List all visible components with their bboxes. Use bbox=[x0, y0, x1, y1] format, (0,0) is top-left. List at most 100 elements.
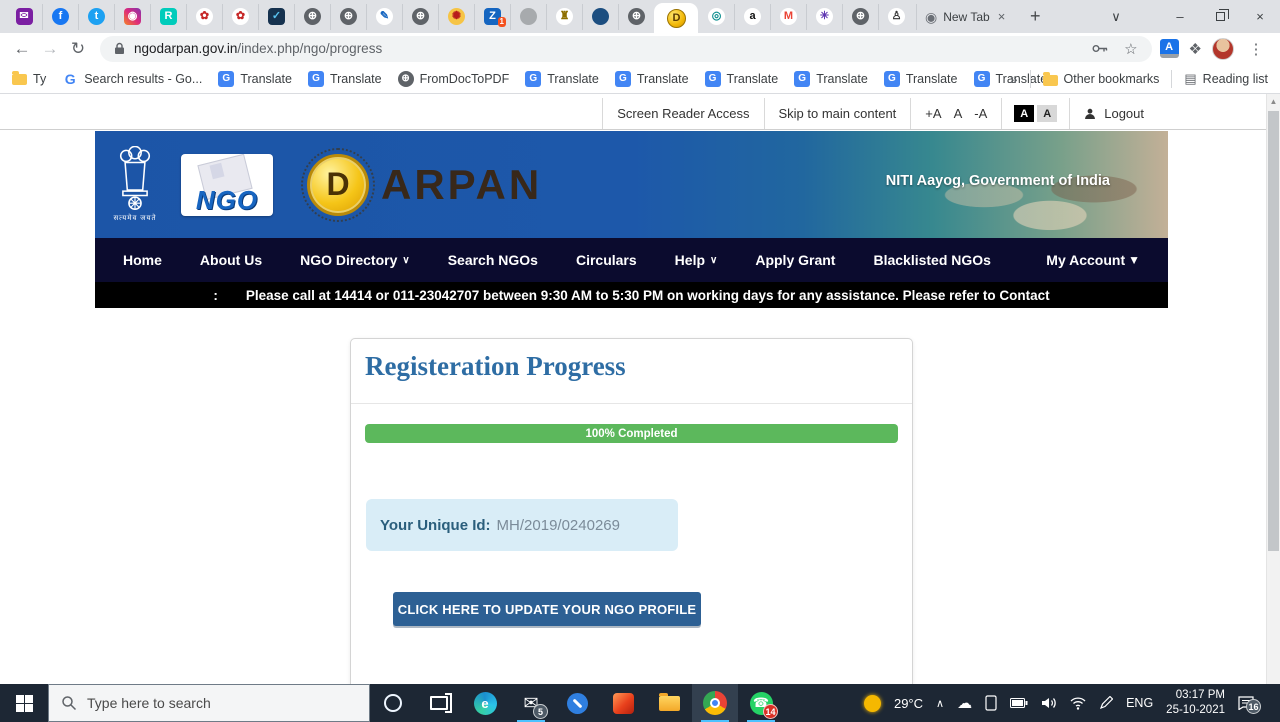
font-decrease-button[interactable]: -A bbox=[974, 106, 987, 121]
tab-new-tab[interactable]: ◉ New Tab × bbox=[916, 4, 1013, 30]
bookmark-translate[interactable]: G Translate bbox=[884, 71, 958, 87]
tab-gmail[interactable]: M bbox=[770, 4, 806, 30]
bookmark-search-results[interactable]: G Search results - Go... bbox=[62, 71, 202, 87]
tab-check-logo[interactable]: ✓ bbox=[258, 4, 294, 30]
office-button[interactable] bbox=[600, 684, 646, 722]
edge-button[interactable]: e bbox=[462, 684, 508, 722]
restore-button[interactable] bbox=[1200, 0, 1240, 33]
search-input[interactable] bbox=[87, 695, 327, 711]
extensions-puzzle-icon[interactable]: ❖ bbox=[1189, 40, 1202, 58]
clock[interactable]: 03:17 PM 25-10-2021 bbox=[1166, 688, 1225, 718]
tab-circle-logo[interactable]: ◎ bbox=[698, 4, 734, 30]
reload-button[interactable]: ↻ bbox=[64, 35, 92, 63]
phone-icon[interactable] bbox=[985, 695, 997, 711]
tab-twitter[interactable]: t bbox=[78, 4, 114, 30]
font-increase-button[interactable]: +A bbox=[925, 106, 941, 121]
tray-expand-chevron[interactable]: ∧ bbox=[936, 697, 944, 710]
nav-help[interactable]: Help ∨ bbox=[675, 252, 718, 268]
bookmark-translate[interactable]: G Translate bbox=[525, 71, 599, 87]
close-button[interactable]: × bbox=[1240, 0, 1280, 33]
tab-instagram[interactable]: ◉ bbox=[114, 4, 150, 30]
tab-globe-4[interactable]: ⊕ bbox=[618, 4, 654, 30]
weather-sun-icon[interactable] bbox=[864, 695, 881, 712]
other-bookmarks-button[interactable]: Other bookmarks bbox=[1043, 72, 1160, 86]
tab-crest[interactable]: ♜ bbox=[546, 4, 582, 30]
pen-icon[interactable] bbox=[1099, 696, 1113, 710]
bookmark-translate[interactable]: G Translate bbox=[705, 71, 779, 87]
language-indicator[interactable]: ENG bbox=[1126, 696, 1153, 710]
bookmark-ty[interactable]: Ty bbox=[12, 72, 46, 86]
volume-icon[interactable] bbox=[1041, 696, 1057, 710]
cortana-button[interactable] bbox=[370, 684, 416, 722]
battery-icon[interactable] bbox=[1010, 698, 1028, 708]
new-tab-button[interactable]: + bbox=[1021, 3, 1049, 31]
nav-apply-grant[interactable]: Apply Grant bbox=[755, 252, 835, 268]
skip-to-content-link[interactable]: Skip to main content bbox=[764, 98, 911, 129]
nav-search-ngos[interactable]: Search NGOs bbox=[448, 252, 538, 268]
forward-button[interactable]: → bbox=[36, 35, 64, 63]
bookmark-translate[interactable]: G Translate bbox=[794, 71, 868, 87]
phone-link-button[interactable] bbox=[554, 684, 600, 722]
bookmark-fromdoctopdf[interactable]: ⊕ FromDocToPDF bbox=[398, 71, 510, 87]
light-contrast-button[interactable]: A bbox=[1037, 105, 1057, 122]
profile-avatar[interactable] bbox=[1212, 38, 1234, 60]
tab-globe-2[interactable]: ⊕ bbox=[330, 4, 366, 30]
scrollbar-thumb[interactable] bbox=[1268, 111, 1279, 551]
tab-emblem-red-1[interactable]: ✿ bbox=[186, 4, 222, 30]
key-icon[interactable] bbox=[1092, 44, 1108, 53]
chrome-button[interactable] bbox=[692, 684, 738, 722]
scroll-up-arrow[interactable]: ▲ bbox=[1267, 97, 1280, 106]
tab-zoho[interactable]: Z 1 bbox=[474, 4, 510, 30]
translate-extension-icon[interactable]: A bbox=[1160, 39, 1179, 58]
tab-mail-purple[interactable]: ✉ bbox=[6, 4, 42, 30]
update-ngo-profile-button[interactable]: CLICK HERE TO UPDATE YOUR NGO PROFILE bbox=[393, 592, 701, 626]
tab-close-icon[interactable]: × bbox=[998, 9, 1006, 24]
bookmark-translate[interactable]: G Translate bbox=[218, 71, 292, 87]
tab-amazon[interactable]: a bbox=[734, 4, 770, 30]
nav-circulars[interactable]: Circulars bbox=[576, 252, 637, 268]
browser-menu-icon[interactable]: ⋮ bbox=[1244, 40, 1268, 58]
font-normal-button[interactable]: A bbox=[954, 106, 963, 121]
nav-my-account[interactable]: My Account ▼ bbox=[1046, 252, 1140, 268]
start-button[interactable] bbox=[0, 684, 48, 722]
tab-facebook[interactable]: f bbox=[42, 4, 78, 30]
dark-contrast-button[interactable]: A bbox=[1014, 105, 1034, 122]
tab-shield[interactable] bbox=[582, 4, 618, 30]
tab-pen-logo[interactable]: ✎ bbox=[366, 4, 402, 30]
minimize-button[interactable]: – bbox=[1160, 0, 1200, 33]
task-view-button[interactable] bbox=[416, 684, 462, 722]
nav-home[interactable]: Home bbox=[123, 252, 162, 268]
tab-globe-5[interactable]: ⊕ bbox=[842, 4, 878, 30]
tab-govt[interactable]: ♙ bbox=[878, 4, 914, 30]
taskbar-search[interactable] bbox=[48, 684, 370, 722]
tab-search-chevron-icon[interactable]: ∨ bbox=[1096, 0, 1136, 33]
page-scrollbar[interactable]: ▲ bbox=[1266, 94, 1280, 684]
bookmark-translate[interactable]: G Translate bbox=[308, 71, 382, 87]
back-button[interactable]: ← bbox=[8, 35, 36, 63]
tab-globe-3[interactable]: ⊕ bbox=[402, 4, 438, 30]
tab-researchgate[interactable]: R bbox=[150, 4, 186, 30]
nav-ngo-directory[interactable]: NGO Directory ∨ bbox=[300, 252, 410, 268]
file-explorer-button[interactable] bbox=[646, 684, 692, 722]
tab-globe-1[interactable]: ⊕ bbox=[294, 4, 330, 30]
wifi-icon[interactable] bbox=[1070, 697, 1086, 710]
temperature-label[interactable]: 29°C bbox=[894, 696, 923, 711]
nav-about-us[interactable]: About Us bbox=[200, 252, 262, 268]
mail-button[interactable]: ✉ 5 bbox=[508, 684, 554, 722]
onedrive-cloud-icon[interactable]: ☁ bbox=[957, 694, 972, 712]
screen-reader-link[interactable]: Screen Reader Access bbox=[602, 98, 763, 129]
logout-button[interactable]: Logout bbox=[1069, 98, 1158, 129]
reading-list-button[interactable]: ▤ Reading list bbox=[1184, 71, 1268, 87]
bookmarks-overflow-icon[interactable]: » bbox=[1010, 71, 1018, 87]
nav-blacklisted-ngos[interactable]: Blacklisted NGOs bbox=[873, 252, 991, 268]
bookmark-translate[interactable]: G Translate bbox=[615, 71, 689, 87]
tab-emblem-purple[interactable]: ✳ bbox=[806, 4, 842, 30]
tab-ngodarpan[interactable]: D bbox=[654, 3, 698, 33]
address-bar[interactable]: ngodarpan.gov.in/index.php/ngo/progress … bbox=[100, 36, 1152, 62]
action-center-button[interactable]: 16 bbox=[1238, 696, 1254, 710]
bookmark-star-icon[interactable]: ☆ bbox=[1124, 40, 1137, 58]
tab-apple[interactable] bbox=[510, 4, 546, 30]
tab-emblem-red-2[interactable]: ✿ bbox=[222, 4, 258, 30]
whatsapp-button[interactable]: ☎ 14 bbox=[738, 684, 784, 722]
tab-emblem-gold[interactable]: ✺ bbox=[438, 4, 474, 30]
